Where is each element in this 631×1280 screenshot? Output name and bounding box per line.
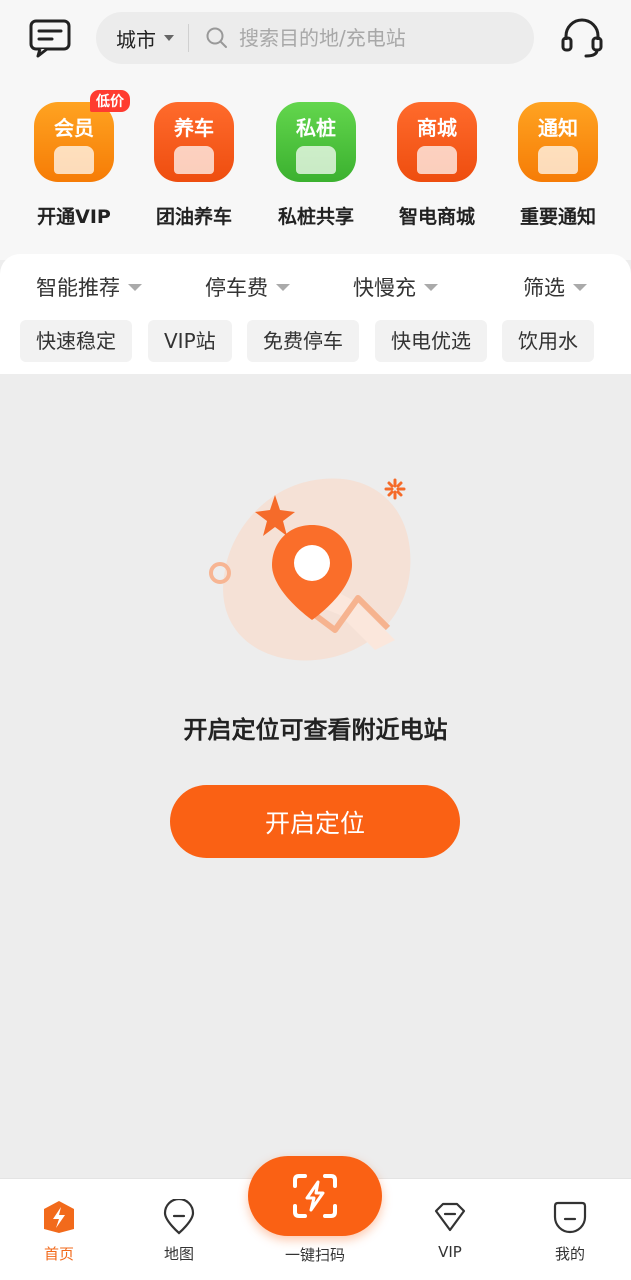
empty-state-title: 开启定位可查看附近电站 bbox=[183, 716, 448, 744]
icon-decoration bbox=[174, 146, 214, 174]
quick-action-label: 私桩共享 bbox=[277, 206, 354, 228]
sort-charge-speed[interactable]: 快慢充 bbox=[353, 270, 438, 304]
tab-map[interactable]: 地图 bbox=[124, 1179, 234, 1280]
enable-location-button[interactable]: 开启定位 bbox=[170, 785, 460, 858]
chevron-down-icon bbox=[276, 283, 290, 291]
quick-action-label: 智电商城 bbox=[398, 206, 475, 228]
chevron-down-icon bbox=[573, 283, 587, 291]
quick-actions: 会员 低价 开通VIP 养车 团油养车 私桩 私桩共享 商城 智电商城 通知 重… bbox=[0, 90, 631, 236]
filter-panel: 智能推荐 停车费 快慢充 筛选 快速稳定 VIP站 免费停车 快电优选 饮用水 bbox=[0, 254, 631, 374]
crown-icon: 会员 bbox=[34, 102, 114, 182]
chevron-down-icon[interactable] bbox=[164, 35, 174, 41]
notice-board-icon: 通知 bbox=[518, 102, 598, 182]
store-icon: 商城 bbox=[397, 102, 477, 182]
icon-decoration bbox=[54, 146, 94, 174]
sort-filter[interactable]: 筛选 bbox=[523, 270, 587, 304]
city-selector[interactable]: 城市 bbox=[116, 24, 156, 53]
low-price-badge: 低价 bbox=[90, 90, 130, 112]
search-icon bbox=[206, 27, 227, 48]
scan-label: 一键扫码 bbox=[284, 1246, 345, 1264]
tab-vip[interactable]: VIP bbox=[395, 1179, 505, 1280]
profile-icon bbox=[553, 1201, 587, 1234]
tag-free-parking[interactable]: 免费停车 bbox=[247, 320, 359, 362]
quick-action-vip[interactable]: 会员 低价 开通VIP bbox=[14, 90, 134, 236]
icon-decoration bbox=[296, 146, 336, 174]
search-input[interactable] bbox=[239, 26, 479, 50]
scan-button[interactable] bbox=[248, 1156, 382, 1236]
map-pin-icon bbox=[163, 1199, 195, 1235]
sort-smart-recommend[interactable]: 智能推荐 bbox=[36, 270, 142, 304]
quick-action-car-care[interactable]: 养车 团油养车 bbox=[134, 96, 254, 236]
top-section: 城市 会员 低价 开通VIP 养车 团油养车 bbox=[0, 0, 631, 260]
quick-action-label: 团油养车 bbox=[155, 206, 232, 228]
tag-drinking-water[interactable]: 饮用水 bbox=[502, 320, 594, 362]
message-icon[interactable] bbox=[28, 18, 72, 58]
car-icon: 养车 bbox=[154, 102, 234, 182]
quick-action-mall[interactable]: 商城 智电商城 bbox=[377, 96, 497, 236]
quick-action-label: 开通VIP bbox=[37, 206, 111, 228]
icon-decoration bbox=[538, 146, 578, 174]
search-bar: 城市 bbox=[96, 12, 534, 64]
quick-action-notice[interactable]: 通知 重要通知 bbox=[498, 96, 618, 236]
sort-parking-fee[interactable]: 停车费 bbox=[205, 270, 290, 304]
icon-decoration bbox=[417, 146, 457, 174]
quick-action-label: 重要通知 bbox=[519, 206, 596, 228]
tag-vip-station[interactable]: VIP站 bbox=[148, 320, 232, 362]
headset-icon[interactable] bbox=[560, 16, 604, 60]
chevron-down-icon bbox=[424, 283, 438, 291]
tab-profile[interactable]: 我的 bbox=[515, 1179, 625, 1280]
bolt-home-icon bbox=[44, 1201, 74, 1233]
vip-diamond-icon bbox=[434, 1202, 466, 1232]
scan-bolt-icon bbox=[293, 1174, 337, 1218]
search-divider bbox=[188, 24, 189, 52]
tab-home[interactable]: 首页 bbox=[4, 1179, 114, 1280]
tag-fast-preferred[interactable]: 快电优选 bbox=[375, 320, 487, 362]
location-pin-illustration bbox=[209, 478, 411, 661]
tag-fast-stable[interactable]: 快速稳定 bbox=[20, 320, 132, 362]
charger-bolt-icon: 私桩 bbox=[276, 102, 356, 182]
quick-action-private-charger[interactable]: 私桩 私桩共享 bbox=[256, 96, 376, 236]
chevron-down-icon bbox=[128, 283, 142, 291]
